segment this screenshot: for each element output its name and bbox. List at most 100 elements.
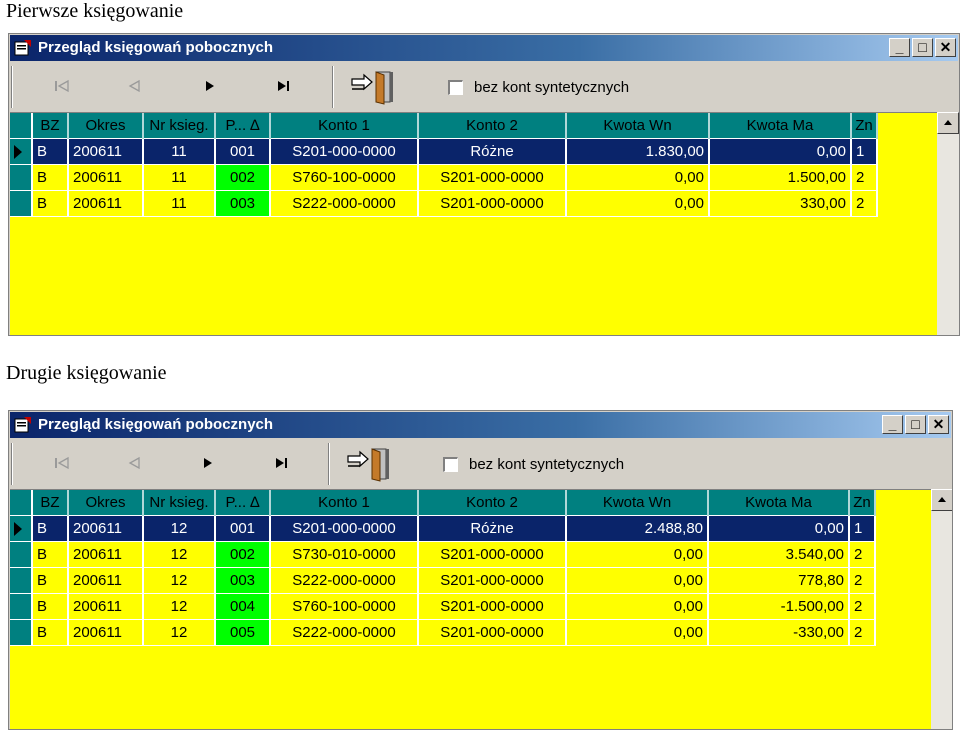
maximize-button[interactable]: □ xyxy=(912,38,933,57)
cell-kwota-wn[interactable]: 0,00 xyxy=(566,164,710,191)
cell-nr-ksieg[interactable]: 12 xyxy=(143,567,216,594)
scroll-up-arrow-icon[interactable] xyxy=(931,489,952,511)
row-indicator[interactable] xyxy=(10,567,33,594)
cell-okres[interactable]: 200611 xyxy=(68,567,144,594)
table-row[interactable]: B 200611 12 003 S222-000-0000 S201-000-0… xyxy=(10,567,876,594)
cell-nr-ksieg[interactable]: 11 xyxy=(143,164,216,191)
cell-konto2[interactable]: Różne xyxy=(418,515,567,542)
col-header-p[interactable]: P... ∆ xyxy=(215,113,271,139)
col-header-bz[interactable]: BZ xyxy=(32,113,69,139)
cell-konto2[interactable]: S201-000-0000 xyxy=(418,567,567,594)
cell-konto1[interactable]: S730-010-0000 xyxy=(270,541,419,568)
col-header-konto1[interactable]: Konto 1 xyxy=(270,113,419,139)
col-header-zn[interactable]: Zn xyxy=(849,490,876,516)
cell-kwota-wn[interactable]: 0,00 xyxy=(566,593,709,620)
col-header-p[interactable]: P... ∆ xyxy=(215,490,271,516)
cell-kwota-ma[interactable]: -1.500,00 xyxy=(708,593,850,620)
col-header-okres[interactable]: Okres xyxy=(68,113,144,139)
cell-konto1[interactable]: S760-100-0000 xyxy=(270,593,419,620)
cell-nr-ksieg[interactable]: 12 xyxy=(143,593,216,620)
cell-kwota-ma[interactable]: 0,00 xyxy=(709,138,852,165)
cell-konto1[interactable]: S201-000-0000 xyxy=(270,138,419,165)
cell-konto1[interactable]: S760-100-0000 xyxy=(270,164,419,191)
cell-kwota-wn[interactable]: 0,00 xyxy=(566,619,709,646)
cell-zn[interactable]: 2 xyxy=(849,593,876,620)
cell-kwota-wn[interactable]: 2.488,80 xyxy=(566,515,709,542)
col-header-nr-ksieg[interactable]: Nr ksieg. xyxy=(143,113,216,139)
cell-bz[interactable]: B xyxy=(32,138,69,165)
first-record-button[interactable] xyxy=(50,453,74,473)
minimize-button[interactable]: _ xyxy=(889,38,910,57)
close-button[interactable]: ✕ xyxy=(935,38,956,57)
col-header-kwota-wn[interactable]: Kwota Wn xyxy=(566,113,710,139)
col-header-okres[interactable]: Okres xyxy=(68,490,144,516)
cell-okres[interactable]: 200611 xyxy=(68,593,144,620)
cell-kwota-ma[interactable]: -330,00 xyxy=(708,619,850,646)
cell-zn[interactable]: 2 xyxy=(849,541,876,568)
col-header-konto2[interactable]: Konto 2 xyxy=(418,113,567,139)
cell-p[interactable]: 001 xyxy=(215,515,271,542)
scroll-up-arrow-icon[interactable] xyxy=(937,112,959,134)
cell-okres[interactable]: 200611 xyxy=(68,190,144,217)
prev-record-button[interactable] xyxy=(122,76,146,96)
cell-bz[interactable]: B xyxy=(32,593,69,620)
cell-konto1[interactable]: S201-000-0000 xyxy=(270,515,419,542)
cell-p[interactable]: 005 xyxy=(215,619,271,646)
cell-konto2[interactable]: S201-000-0000 xyxy=(418,593,567,620)
cell-p[interactable]: 002 xyxy=(215,164,271,191)
col-header-kwota-ma[interactable]: Kwota Ma xyxy=(708,490,850,516)
first-record-button[interactable] xyxy=(50,76,74,96)
col-header-konto1[interactable]: Konto 1 xyxy=(270,490,419,516)
synthetic-accounts-checkbox[interactable] xyxy=(448,80,463,95)
cell-bz[interactable]: B xyxy=(32,515,69,542)
cell-okres[interactable]: 200611 xyxy=(68,138,144,165)
cell-konto2[interactable]: S201-000-0000 xyxy=(418,619,567,646)
table-row[interactable]: B 200611 11 002 S760-100-0000 S201-000-0… xyxy=(10,164,878,191)
cell-okres[interactable]: 200611 xyxy=(68,164,144,191)
cell-zn[interactable]: 2 xyxy=(851,190,878,217)
cell-nr-ksieg[interactable]: 11 xyxy=(143,138,216,165)
cell-zn[interactable]: 1 xyxy=(849,515,876,542)
maximize-button[interactable]: □ xyxy=(905,415,926,434)
col-header-kwota-ma[interactable]: Kwota Ma xyxy=(709,113,852,139)
cell-p[interactable]: 004 xyxy=(215,593,271,620)
col-header-zn[interactable]: Zn xyxy=(851,113,878,139)
table-row[interactable]: B 200611 12 005 S222-000-0000 S201-000-0… xyxy=(10,619,876,646)
row-indicator[interactable] xyxy=(10,593,33,620)
col-header-nr-ksieg[interactable]: Nr ksieg. xyxy=(143,490,216,516)
cell-kwota-ma[interactable]: 3.540,00 xyxy=(708,541,850,568)
cell-kwota-ma[interactable]: 0,00 xyxy=(708,515,850,542)
cell-konto2[interactable]: Różne xyxy=(418,138,567,165)
table-row[interactable]: B 200611 11 001 S201-000-0000 Różne 1.83… xyxy=(10,138,878,165)
vertical-scrollbar[interactable] xyxy=(937,112,959,335)
row-indicator[interactable] xyxy=(10,515,33,542)
cell-zn[interactable]: 2 xyxy=(851,164,878,191)
cell-nr-ksieg[interactable]: 12 xyxy=(143,515,216,542)
title-bar[interactable]: Przegląd księgowań pobocznych _ □ ✕ xyxy=(10,412,951,438)
cell-okres[interactable]: 200611 xyxy=(68,619,144,646)
table-row[interactable]: B 200611 12 001 S201-000-0000 Różne 2.48… xyxy=(10,515,876,542)
cell-kwota-wn[interactable]: 0,00 xyxy=(566,541,709,568)
close-button[interactable]: ✕ xyxy=(928,415,949,434)
cell-kwota-wn[interactable]: 0,00 xyxy=(566,190,710,217)
cell-zn[interactable]: 2 xyxy=(849,619,876,646)
exit-button[interactable] xyxy=(350,69,398,105)
cell-kwota-ma[interactable]: 330,00 xyxy=(709,190,852,217)
cell-bz[interactable]: B xyxy=(32,541,69,568)
cell-konto1[interactable]: S222-000-0000 xyxy=(270,190,419,217)
row-indicator[interactable] xyxy=(10,190,33,217)
row-indicator[interactable] xyxy=(10,619,33,646)
cell-konto1[interactable]: S222-000-0000 xyxy=(270,567,419,594)
cell-bz[interactable]: B xyxy=(32,619,69,646)
exit-button[interactable] xyxy=(346,446,394,482)
cell-nr-ksieg[interactable]: 11 xyxy=(143,190,216,217)
cell-zn[interactable]: 2 xyxy=(849,567,876,594)
row-indicator[interactable] xyxy=(10,138,33,165)
cell-bz[interactable]: B xyxy=(32,190,69,217)
prev-record-button[interactable] xyxy=(122,453,146,473)
last-record-button[interactable] xyxy=(272,76,296,96)
cell-zn[interactable]: 1 xyxy=(851,138,878,165)
row-indicator[interactable] xyxy=(10,164,33,191)
cell-kwota-ma[interactable]: 1.500,00 xyxy=(709,164,852,191)
table-row[interactable]: B 200611 11 003 S222-000-0000 S201-000-0… xyxy=(10,190,878,217)
